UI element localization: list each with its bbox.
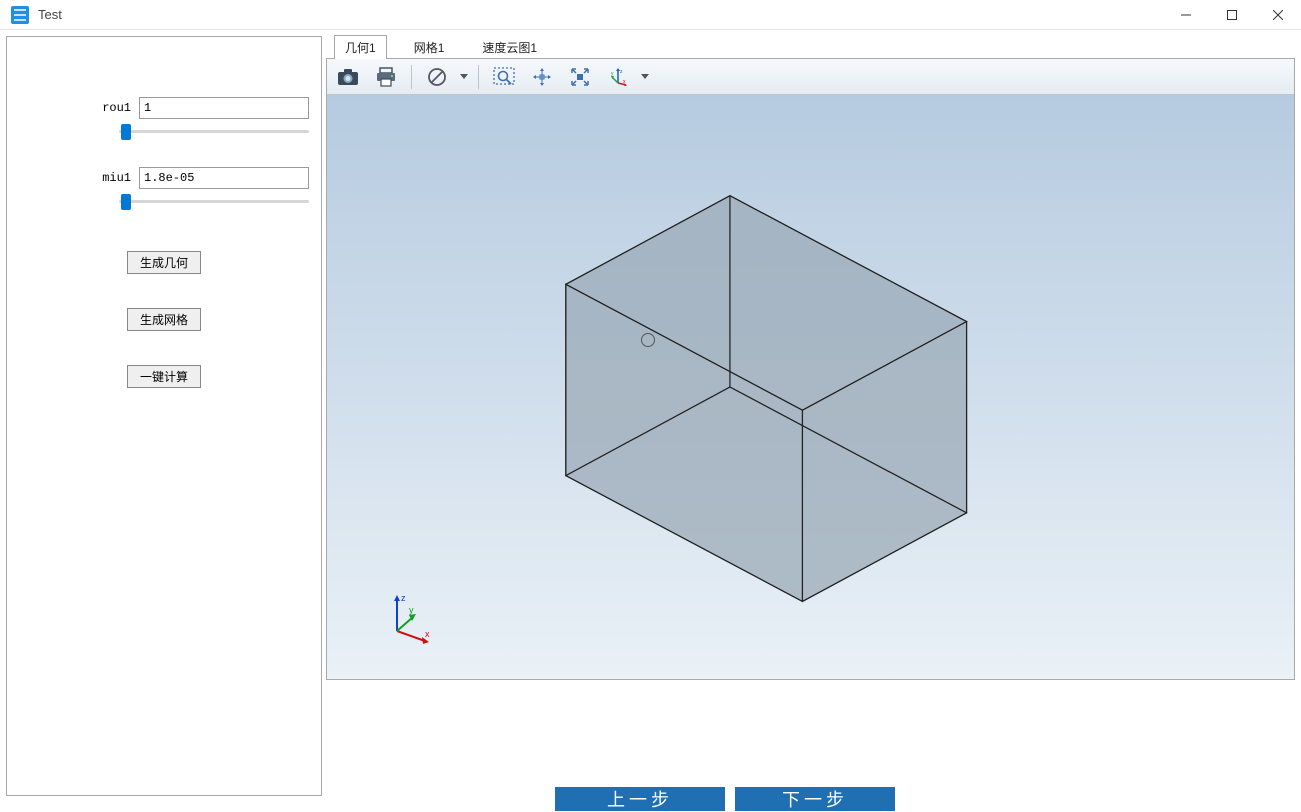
geometry-cube	[327, 95, 1294, 679]
app-icon	[8, 3, 32, 27]
miu-slider[interactable]	[119, 193, 309, 211]
rou-label: rou1	[19, 101, 139, 115]
maximize-button[interactable]	[1209, 0, 1255, 29]
pan-button[interactable]	[525, 63, 559, 91]
transparency-dropdown[interactable]	[458, 74, 470, 80]
window-controls	[1163, 0, 1301, 29]
next-step-button[interactable]: 下一步	[735, 787, 895, 811]
print-button[interactable]	[369, 63, 403, 91]
axis-triad: z x y	[377, 589, 437, 649]
svg-text:x: x	[425, 629, 430, 639]
rou-slider[interactable]	[119, 123, 309, 141]
generate-geometry-button[interactable]: 生成几何	[127, 251, 201, 274]
bottom-nav-partial: 上一步 下一步	[555, 787, 895, 811]
miu-input[interactable]	[139, 167, 309, 189]
title-bar: Test	[0, 0, 1301, 30]
zoom-window-button[interactable]	[487, 63, 521, 91]
tabs: 几何1 网格1 速度云图1	[326, 36, 1295, 58]
zoom-extents-button[interactable]	[563, 63, 597, 91]
rou-input[interactable]	[139, 97, 309, 119]
one-click-compute-button[interactable]: 一键计算	[127, 365, 201, 388]
svg-text:z: z	[401, 593, 406, 603]
minimize-button[interactable]	[1163, 0, 1209, 29]
svg-text:y: y	[409, 605, 414, 615]
prev-step-button[interactable]: 上一步	[555, 787, 725, 811]
close-button[interactable]	[1255, 0, 1301, 29]
axis-view-button[interactable]: z x y	[601, 63, 635, 91]
generate-mesh-button[interactable]: 生成网格	[127, 308, 201, 331]
window-title: Test	[38, 7, 1163, 22]
tab-mesh[interactable]: 网格1	[403, 35, 456, 59]
viewer-area: 几何1 网格1 速度云图1	[326, 36, 1295, 805]
transparency-button[interactable]	[420, 63, 454, 91]
parameter-panel: rou1 miu1 生成几何 生成网格 一键计算	[6, 36, 322, 796]
tab-geometry[interactable]: 几何1	[334, 35, 387, 59]
origin-marker	[641, 333, 655, 347]
viewer-frame: z x y	[326, 58, 1295, 680]
viewer-toolbar: z x y	[327, 59, 1294, 95]
axis-view-dropdown[interactable]	[639, 74, 651, 80]
screenshot-button[interactable]	[331, 63, 365, 91]
svg-text:x: x	[623, 79, 626, 85]
miu-label: miu1	[19, 171, 139, 185]
tab-velocity-cloud[interactable]: 速度云图1	[471, 35, 548, 59]
svg-text:z: z	[620, 69, 623, 75]
viewport-3d[interactable]: z x y	[327, 95, 1294, 679]
